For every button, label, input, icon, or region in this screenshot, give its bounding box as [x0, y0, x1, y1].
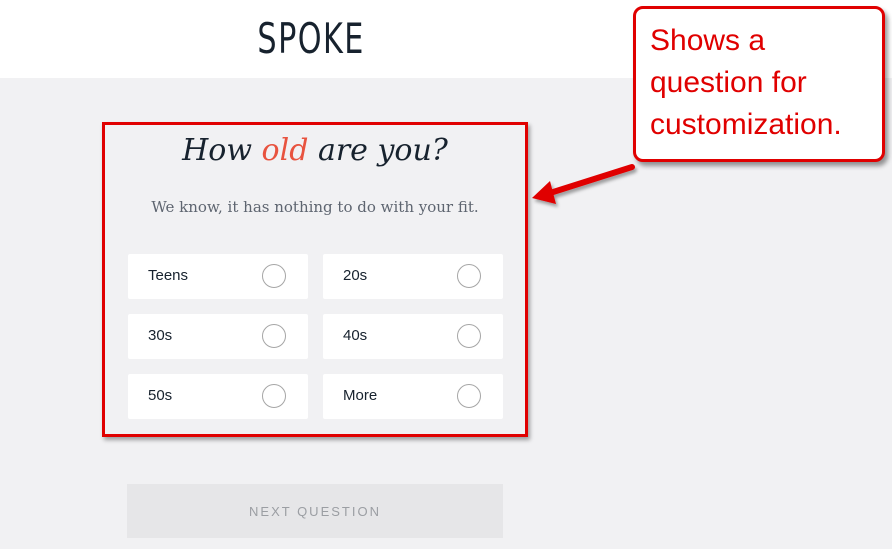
callout-line: Shows a	[650, 24, 766, 57]
question-title-after: are you?	[308, 133, 448, 168]
option-label: Teens	[148, 267, 189, 284]
option-more[interactable]: More	[323, 374, 503, 419]
option-40s[interactable]: 40s	[323, 314, 503, 359]
radio-circle-icon[interactable]	[457, 264, 481, 288]
annotation-arrow-icon	[532, 164, 635, 204]
option-label: 50s	[148, 387, 173, 404]
option-teens[interactable]: Teens	[128, 254, 308, 299]
option-label: More	[343, 387, 378, 404]
next-question-button[interactable]: NEXT QUESTION	[127, 484, 503, 538]
option-label: 40s	[343, 327, 368, 344]
radio-circle-icon[interactable]	[262, 264, 286, 288]
callout-line: customization.	[650, 108, 842, 141]
option-label: 30s	[148, 327, 173, 344]
spoke-logo[interactable]: SPOKE	[257, 10, 363, 66]
radio-circle-icon[interactable]	[457, 384, 481, 408]
callout-line: question for	[650, 66, 807, 99]
radio-circle-icon[interactable]	[457, 324, 481, 348]
annotation-callout: Shows a question for customization.	[633, 6, 885, 162]
question-title-accent: old	[261, 133, 309, 168]
question-title-before: How	[182, 133, 262, 168]
option-50s[interactable]: 50s	[128, 374, 308, 419]
option-label: 20s	[343, 267, 368, 284]
option-20s[interactable]: 20s	[323, 254, 503, 299]
radio-circle-icon[interactable]	[262, 384, 286, 408]
radio-circle-icon[interactable]	[262, 324, 286, 348]
option-30s[interactable]: 30s	[128, 314, 308, 359]
